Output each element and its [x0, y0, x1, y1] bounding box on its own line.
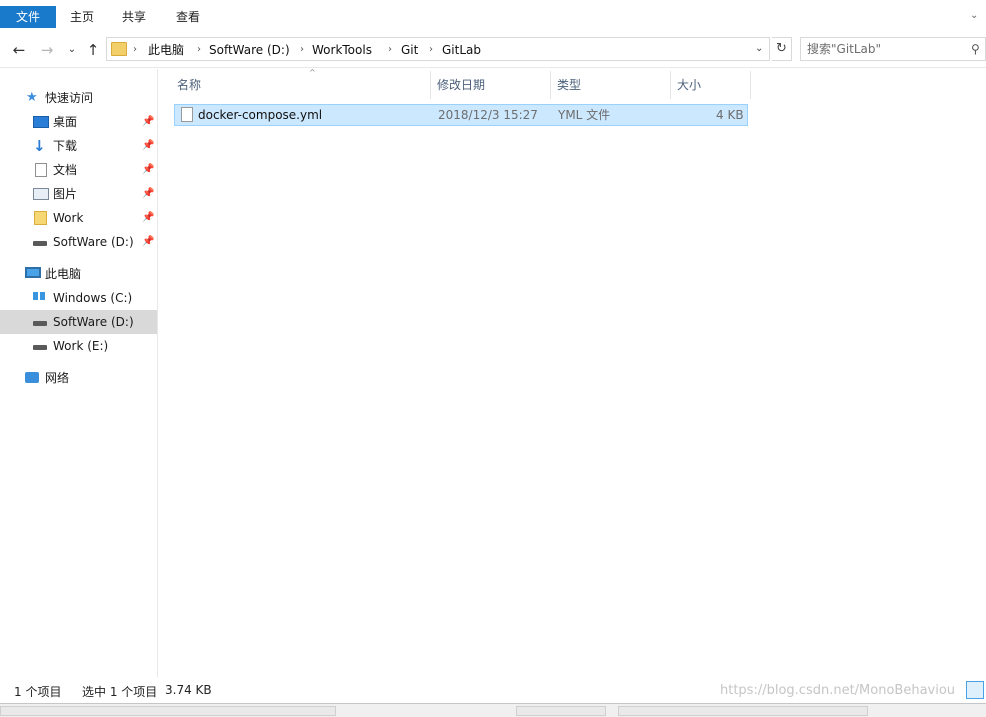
- sidebar-item-label: Work (E:): [53, 339, 109, 353]
- sidebar-item-quick-access[interactable]: ★ 快速访问: [0, 86, 157, 110]
- breadcrumb-separator-icon[interactable]: ›: [429, 42, 433, 58]
- expand-ribbon-chevron-icon[interactable]: ⌄: [970, 10, 982, 22]
- search-input[interactable]: [807, 41, 967, 57]
- folder-icon: [111, 42, 127, 56]
- column-header-label: 大小: [677, 78, 702, 92]
- file-type: YML 文件: [558, 108, 611, 122]
- breadcrumb-separator-icon[interactable]: ›: [388, 42, 392, 58]
- sidebar-item-label: Windows (C:): [53, 291, 133, 305]
- star-icon: ★: [26, 90, 38, 105]
- column-header-type[interactable]: 类型: [551, 71, 671, 99]
- recent-locations-chevron-icon[interactable]: ⌄: [63, 41, 81, 59]
- file-list[interactable]: 名称 ^ 修改日期 类型 大小 docker-compose.yml 2018/…: [158, 69, 986, 677]
- sidebar-item-network[interactable]: 网络: [0, 366, 157, 390]
- network-icon: [25, 372, 39, 383]
- sidebar-item-label: 快速访问: [45, 91, 94, 105]
- up-arrow-icon[interactable]: ↑: [84, 41, 102, 59]
- file-size: 4 KB: [716, 108, 744, 122]
- breadcrumb-gitlab[interactable]: GitLab: [442, 42, 481, 58]
- pin-icon[interactable]: 📌: [142, 140, 154, 152]
- refresh-icon[interactable]: ↻: [772, 37, 792, 61]
- search-icon[interactable]: ⚲: [971, 42, 983, 56]
- taskbar-strip: [0, 703, 986, 717]
- sidebar-item-label: 下载: [53, 139, 78, 153]
- column-header-name[interactable]: 名称 ^: [171, 68, 431, 99]
- tab-share[interactable]: 共享: [108, 6, 160, 28]
- file-name: docker-compose.yml: [198, 108, 323, 122]
- column-header-modified[interactable]: 修改日期: [431, 71, 551, 99]
- column-header-size[interactable]: 大小: [671, 71, 751, 99]
- tab-file[interactable]: 文件: [0, 6, 56, 28]
- computer-icon: [25, 267, 41, 278]
- sidebar-item-label: 桌面: [53, 115, 78, 129]
- selection-size: 3.74 KB: [165, 683, 212, 697]
- column-header-label: 修改日期: [437, 78, 486, 92]
- sidebar-item-desktop[interactable]: 桌面 📌: [0, 110, 157, 134]
- sort-ascending-icon: ^: [309, 68, 316, 77]
- search-box[interactable]: ⚲: [800, 37, 986, 61]
- taskbar-segment: [0, 706, 336, 716]
- pin-icon[interactable]: 📌: [142, 188, 154, 200]
- sidebar-item-work[interactable]: Work 📌: [0, 206, 157, 230]
- breadcrumb-git[interactable]: Git: [401, 42, 418, 58]
- item-count: 1 个项目: [14, 685, 62, 699]
- navigation-bar: ← → ⌄ ↑ › 此电脑 › SoftWare (D:) › WorkTool…: [0, 32, 986, 68]
- drive-icon: [33, 321, 47, 326]
- navigation-pane: ★ 快速访问 桌面 📌 ↓ 下载 📌 文档 📌 图片 📌 Work 📌 Soft…: [0, 69, 158, 677]
- download-icon: ↓: [33, 137, 46, 155]
- sidebar-item-downloads[interactable]: ↓ 下载 📌: [0, 134, 157, 158]
- column-header-label: 名称: [177, 78, 202, 92]
- sidebar-item-software-d-pinned[interactable]: SoftWare (D:) 📌: [0, 230, 157, 254]
- breadcrumb-worktools[interactable]: WorkTools: [312, 42, 372, 58]
- document-icon: [35, 163, 47, 177]
- back-arrow-icon[interactable]: ←: [10, 41, 28, 59]
- sidebar-item-label: Work: [53, 211, 84, 225]
- pin-icon[interactable]: 📌: [142, 164, 154, 176]
- sidebar-item-work-e[interactable]: Work (E:): [0, 334, 157, 358]
- sidebar-item-documents[interactable]: 文档 📌: [0, 158, 157, 182]
- ribbon: 文件 主页 共享 查看 ⌄: [0, 0, 986, 32]
- file-icon: [181, 107, 193, 122]
- sidebar-item-label: SoftWare (D:): [53, 235, 134, 249]
- folder-icon: [34, 211, 47, 225]
- pin-icon[interactable]: 📌: [142, 116, 154, 128]
- forward-arrow-icon[interactable]: →: [38, 41, 56, 59]
- details-view-icon[interactable]: [966, 681, 984, 699]
- breadcrumb-separator-icon[interactable]: ›: [300, 42, 304, 58]
- column-header-label: 类型: [557, 78, 582, 92]
- windows-drive-icon: [33, 292, 45, 300]
- drive-icon: [33, 241, 47, 246]
- tab-view[interactable]: 查看: [162, 6, 214, 28]
- pin-icon[interactable]: 📌: [142, 212, 154, 224]
- selection-count: 选中 1 个项目: [82, 685, 158, 699]
- watermark: https://blog.csdn.net/MonoBehaviou: [720, 683, 956, 698]
- drive-icon: [33, 345, 47, 350]
- address-bar[interactable]: › 此电脑 › SoftWare (D:) › WorkTools › Git …: [106, 37, 770, 61]
- pin-icon[interactable]: 📌: [142, 236, 154, 248]
- desktop-icon: [33, 116, 49, 128]
- sidebar-item-label: 网络: [45, 371, 70, 385]
- taskbar-segment: [516, 706, 606, 716]
- pictures-icon: [33, 188, 49, 200]
- breadcrumb-this-pc[interactable]: 此电脑: [148, 42, 184, 58]
- taskbar-segment: [618, 706, 868, 716]
- breadcrumb-separator-icon: ›: [133, 44, 137, 55]
- sidebar-item-label: 此电脑: [45, 267, 82, 281]
- breadcrumb-software-d[interactable]: SoftWare (D:): [209, 42, 290, 58]
- breadcrumb-separator-icon[interactable]: ›: [197, 42, 201, 58]
- sidebar-item-pictures[interactable]: 图片 📌: [0, 182, 157, 206]
- sidebar-item-windows-c[interactable]: Windows (C:): [0, 286, 157, 310]
- sidebar-item-label: 图片: [53, 187, 78, 201]
- sidebar-item-software-d[interactable]: SoftWare (D:): [0, 310, 157, 334]
- sidebar-item-this-pc[interactable]: 此电脑: [0, 262, 157, 286]
- tab-home[interactable]: 主页: [56, 6, 108, 28]
- sidebar-item-label: SoftWare (D:): [53, 315, 134, 329]
- sidebar-item-label: 文档: [53, 163, 78, 177]
- file-row[interactable]: docker-compose.yml 2018/12/3 15:27 YML 文…: [174, 104, 748, 126]
- address-dropdown-chevron-icon[interactable]: ⌄: [755, 42, 767, 56]
- file-modified: 2018/12/3 15:27: [438, 108, 538, 122]
